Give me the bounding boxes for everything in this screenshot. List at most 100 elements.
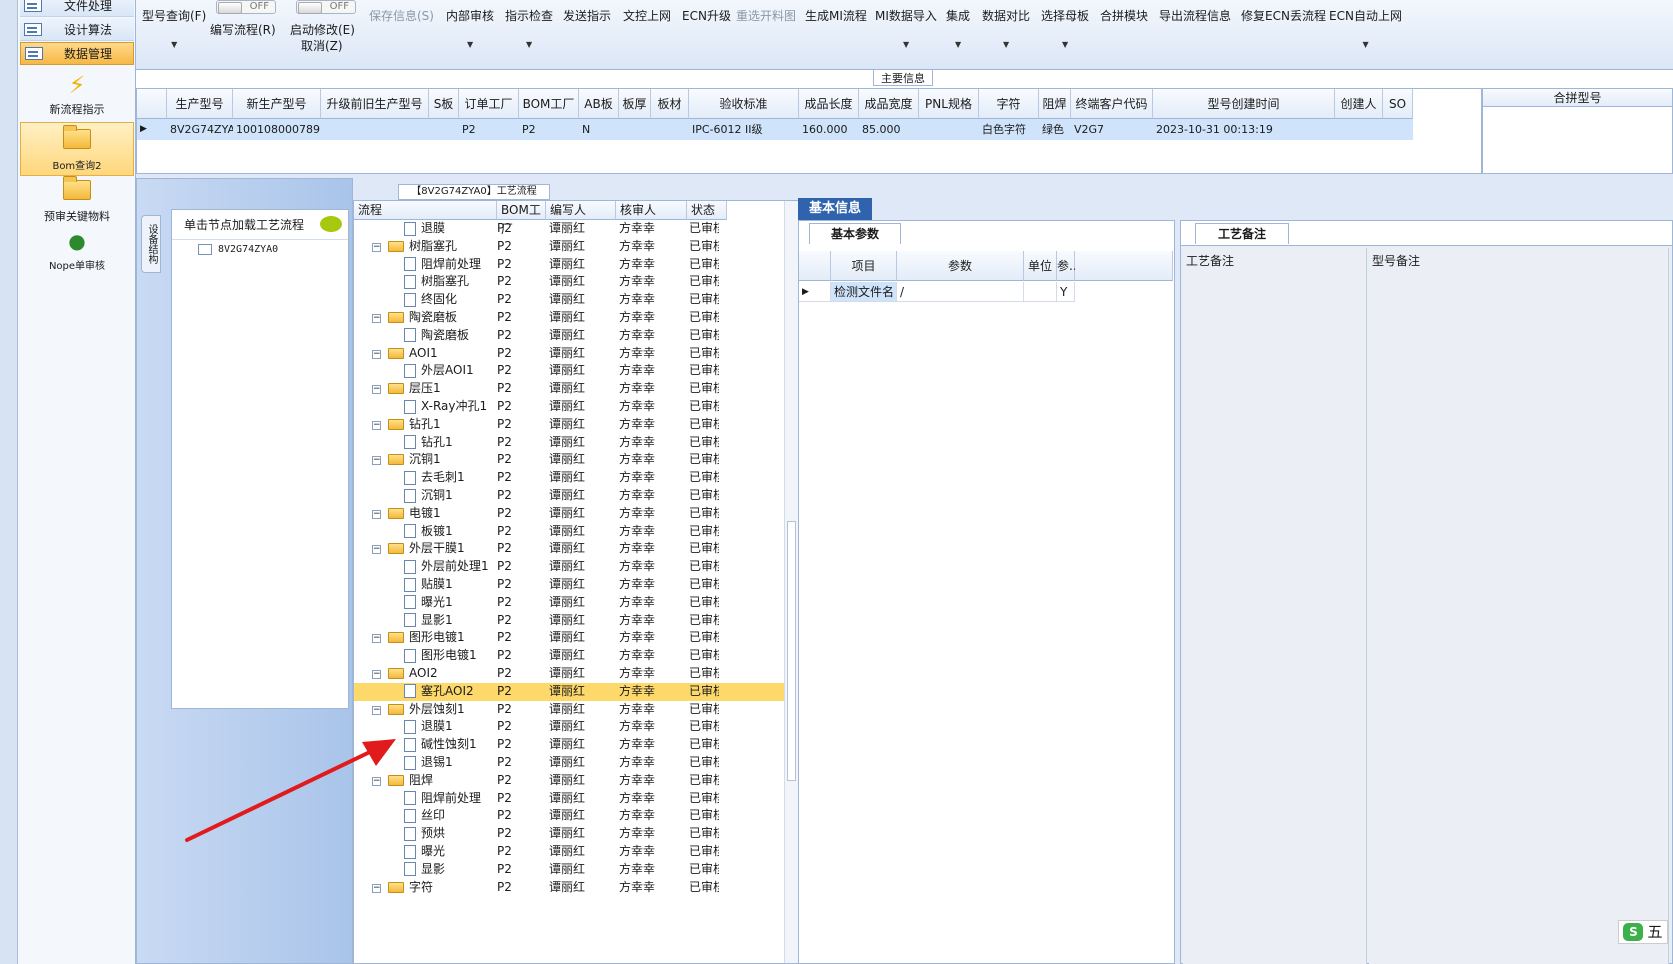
start-edit-button[interactable]: 启动修改(E) [290,21,355,38]
flow-row[interactable]: − 字符 P2 谭丽红 方幸幸 已审核 [354,879,784,897]
flow-row[interactable]: 板镀1 P2 谭丽红 方幸幸 已审核 [354,523,784,541]
flow-row[interactable]: 碱性蚀刻1 P2 谭丽红 方幸幸 已审核 [354,736,784,754]
flow-row[interactable]: − 外层干膜1 P2 谭丽红 方幸幸 已审核 [354,540,784,558]
flow-row[interactable]: 退锡1 P2 谭丽红 方幸幸 已审核 [354,754,784,772]
start-edit-toggle[interactable]: OFF [296,0,356,14]
vertical-scrollbar[interactable] [784,201,798,963]
save-info-button[interactable]: 保存信息(S) [369,7,434,24]
table-cell[interactable]: IPC-6012 II级 [689,119,799,140]
flow-row[interactable]: 退膜1 P2 谭丽红 方幸幸 已审核 [354,718,784,736]
collapse-icon[interactable]: − [372,242,381,252]
generate-mi-flow-button[interactable]: 生成MI流程 [805,7,867,24]
table-cell[interactable] [1335,119,1383,140]
flow-row[interactable]: − 外层蚀刻1 P2 谭丽红 方幸幸 已审核 [354,701,784,719]
edit-flow-button[interactable]: 编写流程(R) [210,21,276,38]
column-header[interactable]: SO [1383,89,1413,119]
flow-row[interactable]: − AOI2 P2 谭丽红 方幸幸 已审核 [354,665,784,683]
cancel-button[interactable]: 取消(Z) [301,37,343,54]
flow-row[interactable]: 终固化 P2 谭丽红 方幸幸 已审核 [354,291,784,309]
param-cell[interactable] [1024,282,1057,302]
flow-row-selected[interactable]: 塞孔AOI2 P2 谭丽红 方幸幸 已审核 [354,682,784,701]
flow-row[interactable]: − 树脂塞孔 P2 谭丽红 方幸幸 已审核 [354,238,784,256]
collapse-icon[interactable]: − [372,634,381,644]
process-remark-column[interactable]: 工艺备注 [1183,248,1367,964]
table-cell[interactable]: 85.000 [859,119,919,140]
flow-row[interactable]: 贴膜1 P2 谭丽红 方幸幸 已审核 [354,576,784,594]
tool-precheck-materials[interactable]: 预审关键物料 [20,174,134,228]
table-cell[interactable] [321,119,429,140]
merge-module-button[interactable]: 合拼模块 [1100,7,1148,24]
tab-base-info[interactable]: 基本信息 [798,198,872,220]
nav-item-data-management[interactable]: 数据管理 [20,42,134,65]
flow-column-header[interactable]: 状态 [687,201,727,220]
select-all-corner[interactable] [799,251,831,281]
table-cell[interactable] [919,119,979,140]
reselect-cutting-button[interactable]: 重选开料图 [736,7,796,24]
row-indicator-icon[interactable]: ▶ [137,119,167,140]
flow-row[interactable]: 图形电镀1 P2 谭丽红 方幸幸 已审核 [354,647,784,665]
flow-row[interactable]: 阻焊前处理 P2 谭丽红 方幸幸 已审核 [354,790,784,808]
param-column-header[interactable]: 参数 [897,251,1024,281]
row-indicator-icon[interactable]: ▶ [799,282,831,302]
collapse-icon[interactable]: − [372,420,381,430]
param-column-header[interactable]: 单位 [1024,251,1057,281]
table-cell[interactable]: P2 [459,119,519,140]
column-header[interactable]: 升级前旧生产型号 [321,89,429,119]
flow-row[interactable]: 曝光 P2 谭丽红 方幸幸 已审核 [354,843,784,861]
flow-row[interactable]: − 沉铜1 P2 谭丽红 方幸幸 已审核 [354,451,784,469]
column-header[interactable]: PNL规格 [919,89,979,119]
flow-row[interactable]: 显影 P2 谭丽红 方幸幸 已审核 [354,861,784,879]
column-header[interactable]: S板 [429,89,459,119]
table-cell[interactable] [651,119,689,140]
model-query-button[interactable]: 型号查询(F) ▼ [142,7,206,49]
flow-row[interactable]: 显影1 P2 谭丽红 方幸幸 已审核 [354,612,784,630]
collapse-icon[interactable]: − [372,314,381,323]
column-header[interactable]: 板材 [651,89,689,119]
tool-bom-query[interactable]: Bom查询2 [20,122,134,176]
ecn-upgrade-button[interactable]: ECN升级 [682,7,731,24]
nav-item-design[interactable]: 设计算法 [20,18,134,41]
tool-new-flow[interactable]: ⚡ 新流程指示 [20,68,134,122]
flow-row[interactable]: X-Ray冲孔1 P2 谭丽红 方幸幸 已审核 [354,398,784,416]
scrollbar-thumb[interactable] [787,521,796,781]
flow-column-header[interactable]: 流程 [354,201,497,220]
column-header[interactable]: 板厚 [619,89,651,119]
flow-row[interactable]: 外层前处理1 P2 谭丽红 方幸幸 已审核 [354,558,784,576]
param-cell[interactable]: 检测文件名 [831,282,897,302]
flow-row[interactable]: − 图形电镀1 P2 谭丽红 方幸幸 已审核 [354,629,784,647]
repair-ecn-flow-button[interactable]: 修复ECN丢流程 [1241,7,1326,24]
flow-column-header[interactable]: 核审人 [616,201,687,220]
collapse-icon[interactable]: − [372,349,381,359]
column-header[interactable]: 阻焊 [1039,89,1071,119]
select-motherboard-button[interactable]: 选择母板 ▼ [1041,7,1089,49]
collapse-icon[interactable]: − [372,385,381,395]
table-cell[interactable]: 8V2G74ZYA0 [167,119,233,140]
flow-row[interactable]: 陶瓷磨板 P2 谭丽红 方幸幸 已审核 [354,327,784,345]
collapse-icon[interactable]: − [372,705,381,715]
flow-row[interactable]: 树脂塞孔 P2 谭丽红 方幸幸 已审核 [354,273,784,291]
flow-row[interactable]: 曝光1 P2 谭丽红 方幸幸 已审核 [354,594,784,612]
collapse-icon[interactable]: − [372,545,381,555]
column-header[interactable]: 成品长度 [799,89,859,119]
flow-row[interactable]: 去毛刺1 P2 谭丽红 方幸幸 已审核 [354,469,784,487]
param-column-header[interactable]: 项目 [831,251,897,281]
collapse-icon[interactable]: − [372,456,381,466]
tab-base-params[interactable]: 基本参数 [809,223,901,244]
send-instruction-button[interactable]: 发送指示 [563,7,611,24]
collapse-icon[interactable]: − [372,883,381,893]
doc-control-online-button[interactable]: 文控上网 [623,7,671,24]
table-cell[interactable]: 2023-10-31 00:13:19 [1153,119,1335,140]
param-column-header[interactable]: 参.. [1057,251,1077,281]
tool-nope-review[interactable]: ● Nope单审核 [20,224,134,278]
flow-row[interactable]: 外层AOI1 P2 谭丽红 方幸幸 已审核 [354,362,784,380]
ime-indicator[interactable]: S 五 [1618,920,1668,944]
param-cell[interactable]: / [897,282,1024,302]
flow-row[interactable]: 丝印 P2 谭丽红 方幸幸 已审核 [354,807,784,825]
table-cell[interactable] [429,119,459,140]
instruction-check-button[interactable]: 指示检查 ▼ [505,7,553,49]
column-header[interactable]: 订单工厂 [459,89,519,119]
flow-row[interactable]: − AOI1 P2 谭丽红 方幸幸 已审核 [354,345,784,363]
tab-structure[interactable]: 设备结构 [141,215,161,273]
flow-column-header[interactable]: 编写人 [546,201,616,220]
column-header[interactable]: 新生产型号 [233,89,321,119]
